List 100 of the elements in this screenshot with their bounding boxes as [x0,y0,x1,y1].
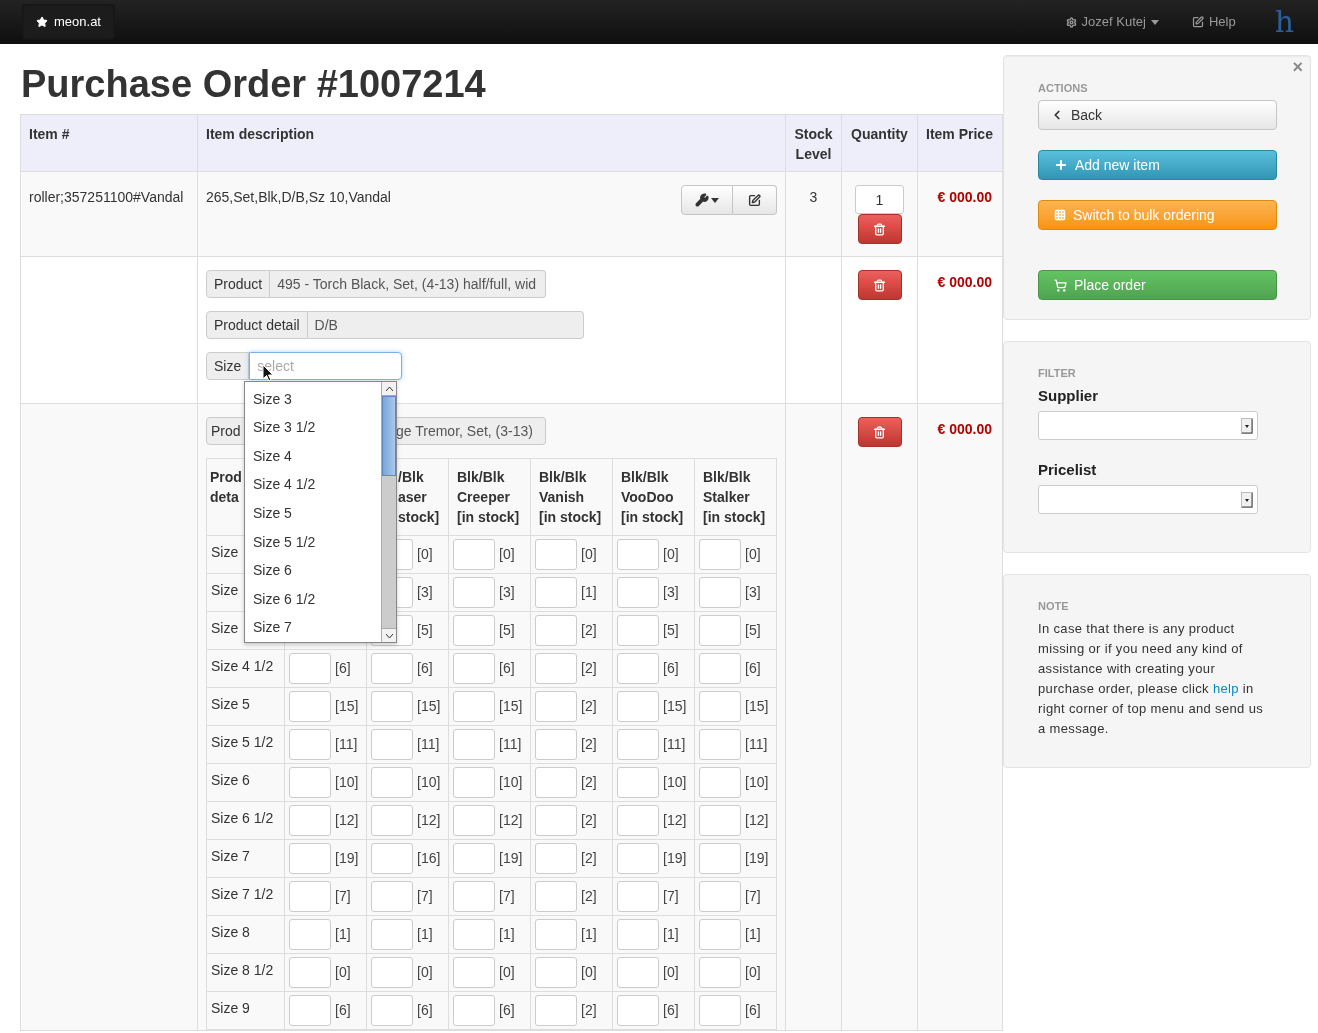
table-cell: Size 9 [206,991,285,1030]
caret-icon [1150,19,1159,25]
quantity-input[interactable] [535,729,577,760]
quantity-input[interactable] [371,691,413,722]
tools-dropdown-button[interactable] [681,185,733,215]
quantity-input[interactable] [453,577,495,608]
quantity-input[interactable] [371,843,413,874]
stock-count: [5] [745,621,761,640]
stock-count: [2] [581,621,597,640]
edit-button[interactable] [733,185,777,215]
quantity-input[interactable] [453,653,495,684]
quantity-input[interactable] [535,919,577,950]
delete-button[interactable] [857,270,902,300]
quantity-input[interactable] [535,881,577,912]
quantity-input[interactable] [617,995,659,1026]
quantity-input[interactable] [371,805,413,836]
user-menu[interactable]: Jozef Kutej [1065,12,1159,32]
quantity-input[interactable] [699,767,741,798]
quantity-input[interactable] [699,957,741,988]
brand-link[interactable]: meon.at [22,4,115,40]
quantity-input[interactable] [617,843,659,874]
quantity-input[interactable] [289,767,331,798]
quantity-input[interactable] [699,919,741,950]
quantity-input[interactable] [699,881,741,912]
quantity-input[interactable] [699,995,741,1026]
quantity-input[interactable] [535,691,577,722]
quantity-input[interactable] [699,539,741,570]
quantity-input[interactable] [371,919,413,950]
quantity-input[interactable] [453,539,495,570]
quantity-input[interactable] [453,767,495,798]
help-link[interactable]: help [1212,681,1239,696]
panel-heading: NOTE [1038,599,1070,614]
quantity-input[interactable] [535,539,577,570]
stock-count: [3] [417,583,433,602]
quantity-input[interactable] [453,919,495,950]
quantity-input[interactable] [617,919,659,950]
quantity-input[interactable] [535,767,577,798]
quantity-input[interactable] [289,653,331,684]
quantity-input[interactable] [371,767,413,798]
quantity-input[interactable] [453,805,495,836]
help-link[interactable]: Help [1191,12,1236,32]
quantity-input[interactable] [371,653,413,684]
quantity-input[interactable] [289,691,331,722]
scrollbar[interactable] [381,382,396,642]
quantity-input[interactable] [617,539,659,570]
price: € 000.00 [917,171,1003,257]
quantity-input[interactable]: 1 [855,185,904,214]
select-field[interactable] [1038,411,1258,440]
select-field[interactable] [1038,485,1258,514]
settings-icon [1065,16,1077,28]
quantity-input[interactable] [453,843,495,874]
quantity-input[interactable] [289,957,331,988]
quantity-input[interactable] [617,881,659,912]
stock-count: [2] [581,849,597,868]
quantity-input[interactable] [453,615,495,646]
quantity-input[interactable] [289,805,331,836]
quantity-input[interactable] [617,767,659,798]
quantity-input[interactable] [699,577,741,608]
quantity-input[interactable] [289,881,331,912]
quantity-input[interactable] [453,995,495,1026]
quantity-input[interactable] [289,995,331,1026]
quantity-input[interactable] [453,881,495,912]
quantity-input[interactable] [699,843,741,874]
quantity-input[interactable] [371,729,413,760]
stock-count: [11] [417,735,440,754]
quantity-input[interactable] [617,653,659,684]
dropdown-option[interactable]: Size 3 [245,385,381,414]
quantity-input[interactable] [699,653,741,684]
quantity-input[interactable] [371,995,413,1026]
stock-count: [11] [335,735,358,754]
quantity-input[interactable] [617,957,659,988]
stock-count: [1] [417,925,433,944]
quantity-input[interactable] [617,691,659,722]
quantity-input[interactable] [535,995,577,1026]
quantity-input[interactable] [535,805,577,836]
quantity-input[interactable] [535,653,577,684]
quantity-input[interactable] [617,577,659,608]
action-button[interactable]: Back [1038,100,1277,130]
delete-button[interactable] [857,214,902,244]
quantity-input[interactable] [289,729,331,760]
quantity-input[interactable] [289,919,331,950]
quantity-input[interactable] [699,615,741,646]
quantity-input[interactable] [453,729,495,760]
delete-button[interactable] [857,417,902,447]
quantity-input[interactable] [535,615,577,646]
quantity-input[interactable] [699,691,741,722]
quantity-input[interactable] [617,805,659,836]
stock-count: [0] [663,963,679,982]
quantity-input[interactable] [535,843,577,874]
quantity-input[interactable] [289,843,331,874]
quantity-input[interactable] [371,957,413,988]
quantity-input[interactable] [699,729,741,760]
quantity-input[interactable] [699,805,741,836]
quantity-input[interactable] [535,577,577,608]
quantity-input[interactable] [453,957,495,988]
quantity-input[interactable] [453,691,495,722]
quantity-input[interactable] [535,957,577,988]
quantity-input[interactable] [617,615,659,646]
quantity-input[interactable] [617,729,659,760]
quantity-input[interactable] [371,881,413,912]
